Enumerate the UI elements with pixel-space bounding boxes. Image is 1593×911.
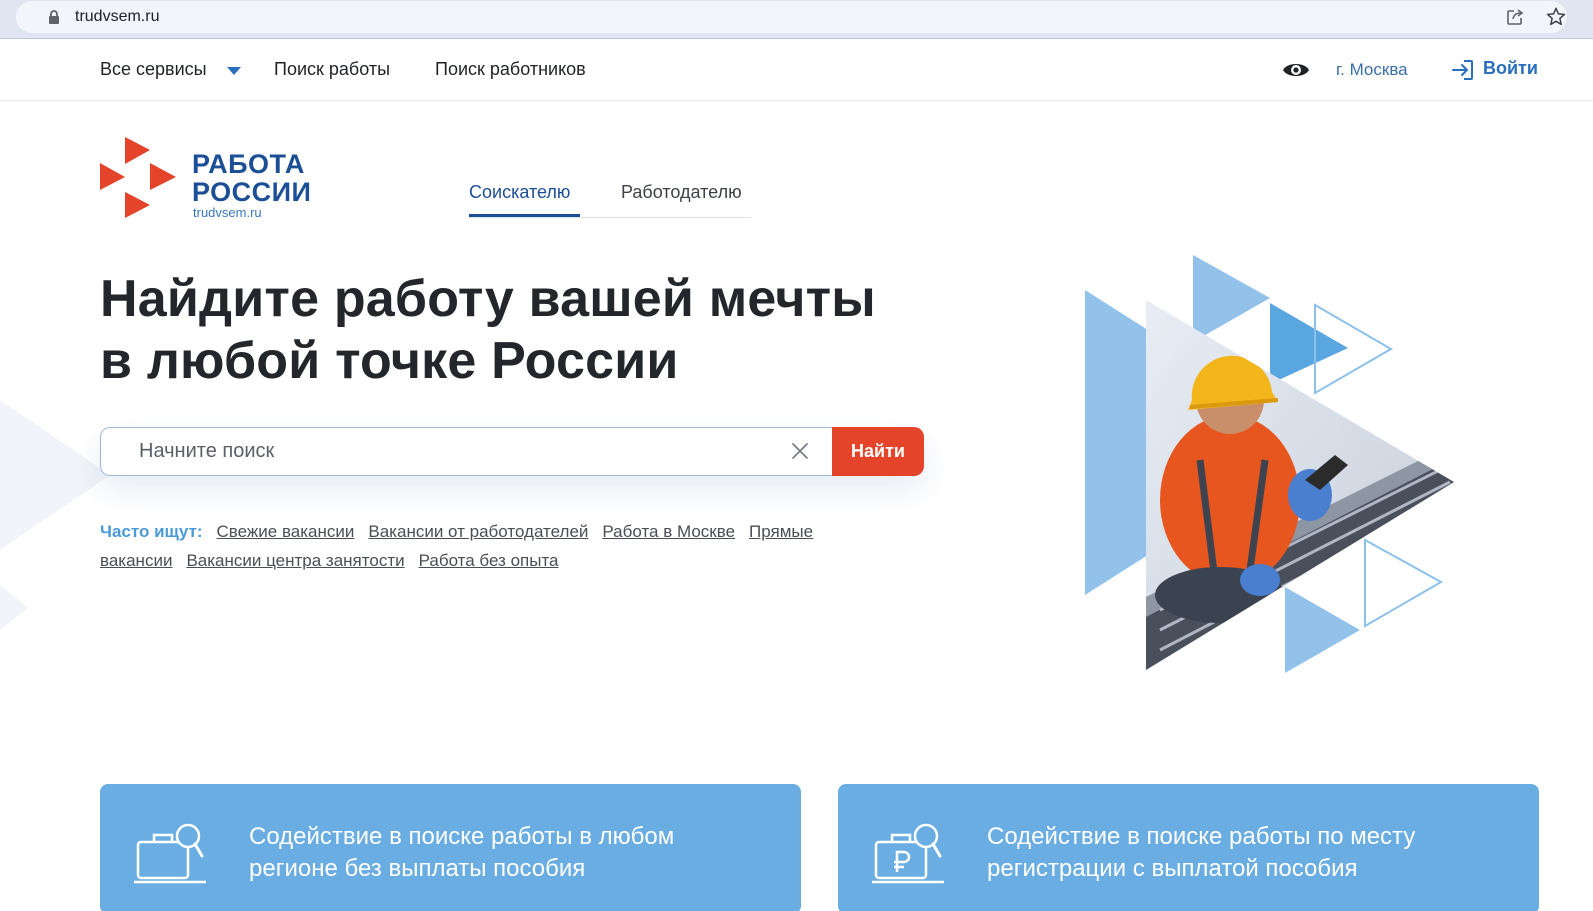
- popular-link[interactable]: Работа без опыта: [419, 551, 559, 570]
- share-icon[interactable]: [1505, 7, 1525, 27]
- popular-link[interactable]: Вакансии центра занятости: [186, 551, 404, 570]
- popular-searches: Часто ищут: Свежие вакансии Вакансии от ра…: [100, 517, 930, 575]
- logo-icon[interactable]: [100, 137, 180, 219]
- popular-link[interactable]: Вакансии от работодателей: [368, 522, 588, 541]
- site-header: Все сервисы Поиск работы Поиск работнико…: [0, 40, 1593, 101]
- card-title-line-2: регистрации с выплатой пособия: [987, 855, 1358, 882]
- star-icon[interactable]: [1545, 6, 1567, 28]
- hero-headline: Найдите работу вашей мечты в любой точке…: [100, 268, 876, 392]
- search-button[interactable]: Найти: [832, 427, 924, 476]
- logo-title[interactable]: РАБОТА РОССИИ: [192, 150, 311, 206]
- audience-tabs: Соискателю Работодателю: [469, 182, 751, 218]
- card-title: Содействие в поиске работы по месту реги…: [987, 821, 1415, 885]
- address-bar[interactable]: trudvsem.ru: [16, 1, 1567, 33]
- logo-subtitle: trudvsem.ru: [193, 205, 262, 220]
- tab-seeker[interactable]: Соискателю: [469, 182, 570, 203]
- city-selector[interactable]: г. Москва: [1336, 60, 1408, 80]
- card-title-line-2: регионе без выплаты пособия: [249, 855, 586, 882]
- service-card-no-benefit[interactable]: Содействие в поиске работы в любом регио…: [100, 784, 801, 911]
- card-title: Содействие в поиске работы в любом регио…: [249, 821, 674, 885]
- decorative-triangles: [0, 400, 110, 630]
- ruble-briefcase-search-icon: [872, 823, 944, 884]
- popular-link[interactable]: Работа в Москве: [602, 522, 735, 541]
- search-bar: Найти: [100, 427, 924, 476]
- close-icon[interactable]: [791, 442, 809, 460]
- eye-icon[interactable]: [1282, 59, 1310, 81]
- nav-search-work[interactable]: Поиск работы: [274, 59, 390, 80]
- headline-line-2: в любой точке России: [100, 332, 679, 390]
- logo-line-2: РОССИИ: [192, 177, 312, 207]
- lock-icon[interactable]: [48, 10, 60, 24]
- service-card-with-benefit[interactable]: Содействие в поиске работы по месту реги…: [838, 784, 1539, 911]
- popular-label: Часто ищут:: [100, 522, 203, 541]
- popular-link[interactable]: Свежие вакансии: [217, 522, 355, 541]
- hero-illustration: [1085, 255, 1454, 673]
- browser-toolbar: trudvsem.ru: [0, 0, 1593, 39]
- tab-employer[interactable]: Работодателю: [621, 182, 742, 203]
- search-input[interactable]: [100, 427, 833, 476]
- logo-line-1: РАБОТА: [192, 149, 305, 179]
- headline-line-1: Найдите работу вашей мечты: [100, 270, 876, 328]
- url-text[interactable]: trudvsem.ru: [75, 8, 159, 26]
- briefcase-search-icon: [134, 823, 206, 884]
- nav-search-workers[interactable]: Поиск работников: [435, 59, 586, 80]
- active-tab-indicator: [469, 214, 580, 217]
- login-icon[interactable]: [1451, 58, 1475, 82]
- chevron-down-icon[interactable]: [227, 67, 241, 75]
- nav-all-services[interactable]: Все сервисы: [100, 59, 207, 80]
- card-title-line-1: Содействие в поиске работы в любом: [249, 823, 675, 850]
- login-button[interactable]: Войти: [1483, 58, 1538, 79]
- card-title-line-1: Содействие в поиске работы по месту: [987, 823, 1416, 850]
